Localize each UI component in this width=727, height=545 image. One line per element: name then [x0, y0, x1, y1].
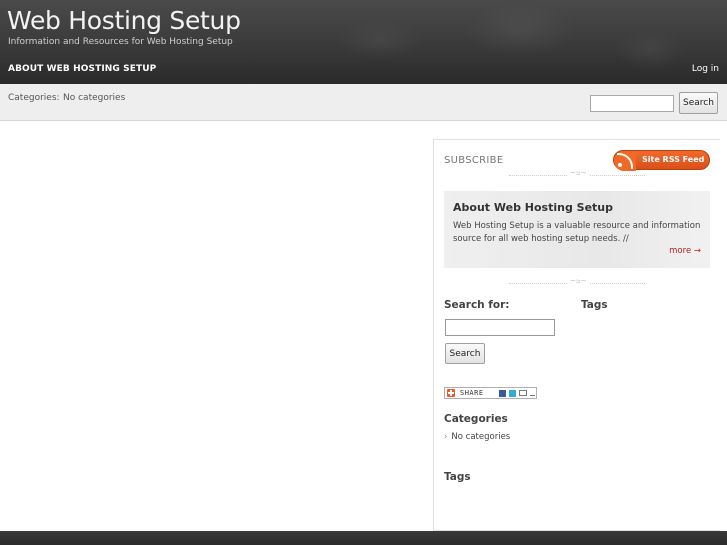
about-text: Web Hosting Setup is a valuable resource… [453, 221, 701, 244]
categories-value: No categories [63, 93, 126, 103]
category-bar: Categories: No categories Search [0, 84, 727, 121]
tags-heading-bottom: Tags [444, 471, 471, 483]
categories-heading: Categories [444, 413, 508, 425]
share-button[interactable]: SHARE [444, 387, 537, 399]
top-search-input[interactable] [590, 95, 674, 112]
ornament-divider-glyph: ~ಜ~ [567, 277, 590, 286]
ornament-divider-glyph: ~ಜ~ [567, 169, 590, 178]
tags-heading: Tags [581, 299, 608, 311]
nav-about-link[interactable]: About Web Hosting Setup [8, 64, 156, 74]
ornament-divider: ~ಜ~ [444, 277, 710, 287]
subscribe-label: SUBSCRIBE [444, 155, 504, 166]
category-list-item: › No categories [444, 432, 510, 442]
rss-label: Site RSS Feed [642, 155, 705, 164]
sidebar-search-input[interactable] [445, 319, 555, 336]
about-title: About Web Hosting Setup [453, 201, 613, 214]
rss-feed-button[interactable]: Site RSS Feed [613, 150, 710, 171]
about-more-link[interactable]: more → [669, 246, 701, 256]
category-item-label: No categories [451, 432, 511, 442]
chevron-right-icon: › [444, 432, 448, 442]
header-ornament [300, 0, 727, 84]
ornament-divider: ~ಜ~ [444, 169, 710, 179]
about-box: About Web Hosting Setup Web Hosting Setu… [444, 191, 710, 268]
email-icon [519, 390, 527, 396]
search-for-label: Search for: [444, 299, 510, 311]
top-search-button[interactable]: Search [679, 92, 718, 114]
facebook-icon [499, 390, 506, 397]
site-tagline: Information and Resources for Web Hostin… [8, 37, 233, 47]
sidebar: SUBSCRIBE Site RSS Feed ~ಜ~ About Web Ho… [433, 139, 720, 531]
login-link[interactable]: Log in [692, 64, 719, 74]
sidebar-search-button[interactable]: Search [445, 343, 485, 364]
site-title[interactable]: Web Hosting Setup [7, 6, 241, 35]
rss-icon [614, 151, 636, 171]
twitter-icon [509, 390, 516, 397]
footer-bar [0, 531, 727, 545]
share-label: SHARE [460, 389, 484, 397]
categories-label: Categories: [8, 93, 60, 103]
share-plus-icon [447, 389, 455, 397]
site-header: Web Hosting Setup Information and Resour… [0, 0, 727, 84]
more-icon [530, 395, 535, 396]
